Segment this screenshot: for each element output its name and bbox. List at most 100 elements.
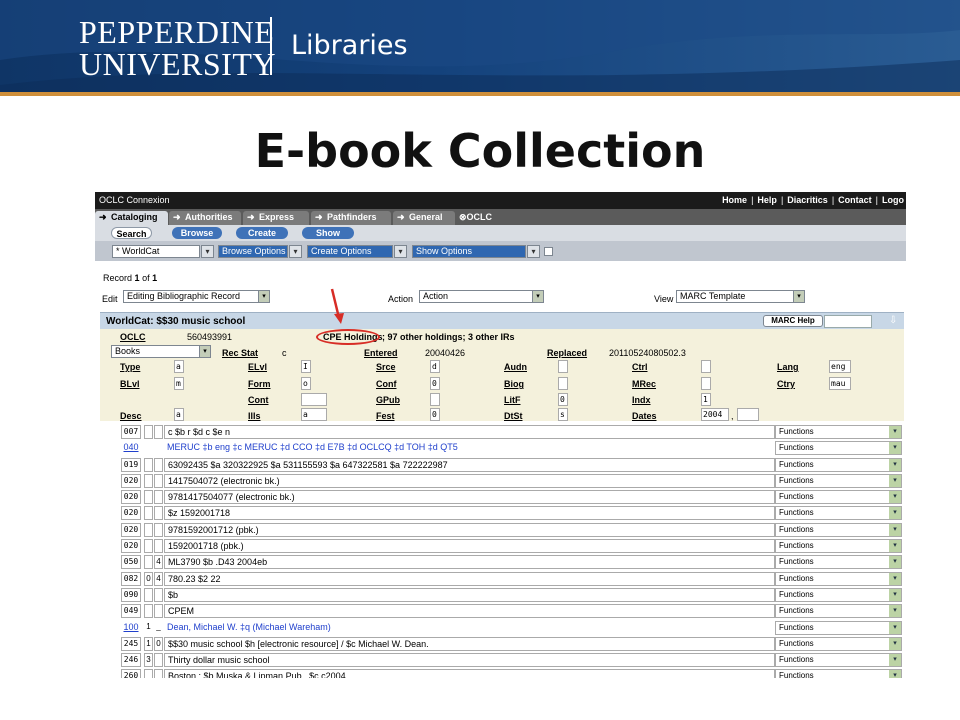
indicator-2[interactable]: _ xyxy=(154,621,163,635)
diacritics-link[interactable]: Diacritics xyxy=(787,195,828,205)
view-select[interactable]: MARC Template ▾ xyxy=(676,290,805,303)
field-content[interactable]: 1417504072 (electronic bk.) xyxy=(164,473,775,488)
search-button[interactable]: Search xyxy=(111,227,152,239)
indicator-1[interactable]: 0 xyxy=(144,571,153,586)
elvl-field[interactable]: I xyxy=(301,360,311,373)
show-options-select[interactable]: Show Options xyxy=(412,245,526,258)
field-tag[interactable]: 020 xyxy=(121,490,141,505)
field-content[interactable]: 1592001718 (pbk.) xyxy=(164,539,775,554)
indicator-1[interactable] xyxy=(144,669,153,678)
create-options-select[interactable]: Create Options xyxy=(307,245,393,258)
functions-select[interactable]: Functions ▾ xyxy=(775,457,902,472)
field-tag[interactable]: 040 xyxy=(121,441,141,456)
functions-select[interactable]: Functions ▾ xyxy=(775,522,902,537)
indicator-1[interactable] xyxy=(144,587,153,602)
indicator-2[interactable] xyxy=(154,669,163,678)
chevron-down-icon[interactable]: ▾ xyxy=(289,245,302,258)
field-tag[interactable]: 020 xyxy=(121,506,141,521)
indx-field[interactable]: 1 xyxy=(701,393,711,406)
edit-select[interactable]: Editing Bibliographic Record ▾ xyxy=(123,290,270,303)
indicator-1[interactable] xyxy=(144,441,153,455)
show-button[interactable]: Show xyxy=(302,227,354,239)
indicator-1[interactable]: 3 xyxy=(144,653,153,668)
field-content[interactable]: Thirty dollar music school xyxy=(164,653,775,668)
indicator-1[interactable] xyxy=(144,539,153,554)
tab-cataloging[interactable]: ➜ Cataloging xyxy=(95,211,168,225)
field-content[interactable]: $z 1592001718 xyxy=(164,506,775,521)
type-field[interactable]: a xyxy=(174,360,184,373)
field-content[interactable]: ML3790 $b .D43 2004eb xyxy=(164,555,775,570)
indicator-1[interactable] xyxy=(144,457,153,472)
tab-general[interactable]: ➜ General xyxy=(393,211,455,225)
indicator-2[interactable] xyxy=(154,506,163,521)
litf-field[interactable]: 0 xyxy=(558,393,568,406)
field-tag[interactable]: 019 xyxy=(121,457,141,472)
contact-link[interactable]: Contact xyxy=(838,195,872,205)
functions-select[interactable]: Functions ▾ xyxy=(775,506,902,521)
field-content[interactable]: $b xyxy=(164,587,775,602)
blvl-field[interactable]: m xyxy=(174,377,184,390)
indicator-2[interactable] xyxy=(154,425,163,439)
field-tag[interactable]: 246 xyxy=(121,653,141,668)
indicator-2[interactable] xyxy=(154,473,163,488)
functions-select[interactable]: Functions ▾ xyxy=(775,441,902,456)
browse-button[interactable]: Browse xyxy=(172,227,222,239)
indicator-2[interactable] xyxy=(154,539,163,554)
ills-field[interactable]: a xyxy=(301,408,327,421)
indicator-1[interactable] xyxy=(144,473,153,488)
indicator-1[interactable] xyxy=(144,506,153,521)
dates-field-1[interactable]: 2004 xyxy=(701,408,729,421)
audn-field[interactable] xyxy=(558,360,568,373)
field-tag[interactable]: 245 xyxy=(121,636,141,651)
functions-select[interactable]: Functions ▾ xyxy=(775,587,902,602)
chevron-down-icon[interactable]: ▾ xyxy=(527,245,540,258)
dtst-field[interactable]: s xyxy=(558,408,568,421)
indicator-1[interactable] xyxy=(144,522,153,537)
indicator-2[interactable] xyxy=(154,522,163,537)
functions-select[interactable]: Functions ▾ xyxy=(775,425,902,439)
indicator-1[interactable] xyxy=(144,425,153,439)
functions-select[interactable]: Functions ▾ xyxy=(775,473,902,488)
indicator-1[interactable] xyxy=(144,604,153,619)
tab-pathfinders[interactable]: ➜ Pathfinders xyxy=(311,211,391,225)
field-tag[interactable]: 007 xyxy=(121,425,141,439)
indicator-2[interactable]: 0 xyxy=(154,636,163,651)
options-checkbox[interactable] xyxy=(544,247,553,256)
srce-field[interactable]: d xyxy=(430,360,440,373)
chevron-down-icon[interactable]: ▾ xyxy=(394,245,407,258)
create-button[interactable]: Create xyxy=(236,227,288,239)
fest-field[interactable]: 0 xyxy=(430,408,440,421)
functions-select[interactable]: Functions ▾ xyxy=(775,620,902,635)
tab-express[interactable]: ➜ Express xyxy=(243,211,309,225)
lang-field[interactable]: eng xyxy=(829,360,851,373)
home-link[interactable]: Home xyxy=(722,195,747,205)
field-tag[interactable]: 082 xyxy=(121,571,141,586)
record-jump-input[interactable] xyxy=(824,315,872,328)
field-tag[interactable]: 100 xyxy=(121,620,141,635)
indicator-2[interactable]: 4 xyxy=(154,555,163,570)
field-content[interactable]: CPEM xyxy=(164,604,775,619)
mrec-field[interactable] xyxy=(701,377,711,390)
desc-field[interactable]: a xyxy=(174,408,184,421)
field-tag[interactable]: 049 xyxy=(121,604,141,619)
field-content[interactable]: Boston : $b Muska & Lipman Pub., $c c200… xyxy=(164,669,775,678)
indicator-2[interactable] xyxy=(154,490,163,505)
functions-select[interactable]: Functions ▾ xyxy=(775,636,902,651)
field-tag[interactable]: 050 xyxy=(121,555,141,570)
functions-select[interactable]: Functions ▾ xyxy=(775,555,902,570)
tab-authorities[interactable]: ➜ Authorities xyxy=(169,211,241,225)
indicator-2[interactable] xyxy=(154,441,163,455)
field-tag[interactable]: 090 xyxy=(121,587,141,602)
functions-select[interactable]: Functions ▾ xyxy=(775,490,902,505)
field-content[interactable]: Dean, Michael W. ‡q (Michael Wareham) xyxy=(164,621,775,635)
functions-select[interactable]: Functions ▾ xyxy=(775,571,902,586)
functions-select[interactable]: Functions ▾ xyxy=(775,653,902,668)
conf-field[interactable]: 0 xyxy=(430,377,440,390)
record-type-select[interactable]: Books ▾ xyxy=(111,345,211,358)
field-content[interactable]: MERUC ‡b eng ‡c MERUC ‡d CCO ‡d E7B ‡d O… xyxy=(164,441,775,455)
indicator-1[interactable]: 1 xyxy=(144,636,153,651)
biog-field[interactable] xyxy=(558,377,568,390)
indicator-2[interactable] xyxy=(154,604,163,619)
marc-help-button[interactable]: MARC Help xyxy=(763,315,823,327)
chevron-down-icon[interactable]: ▾ xyxy=(201,245,214,258)
